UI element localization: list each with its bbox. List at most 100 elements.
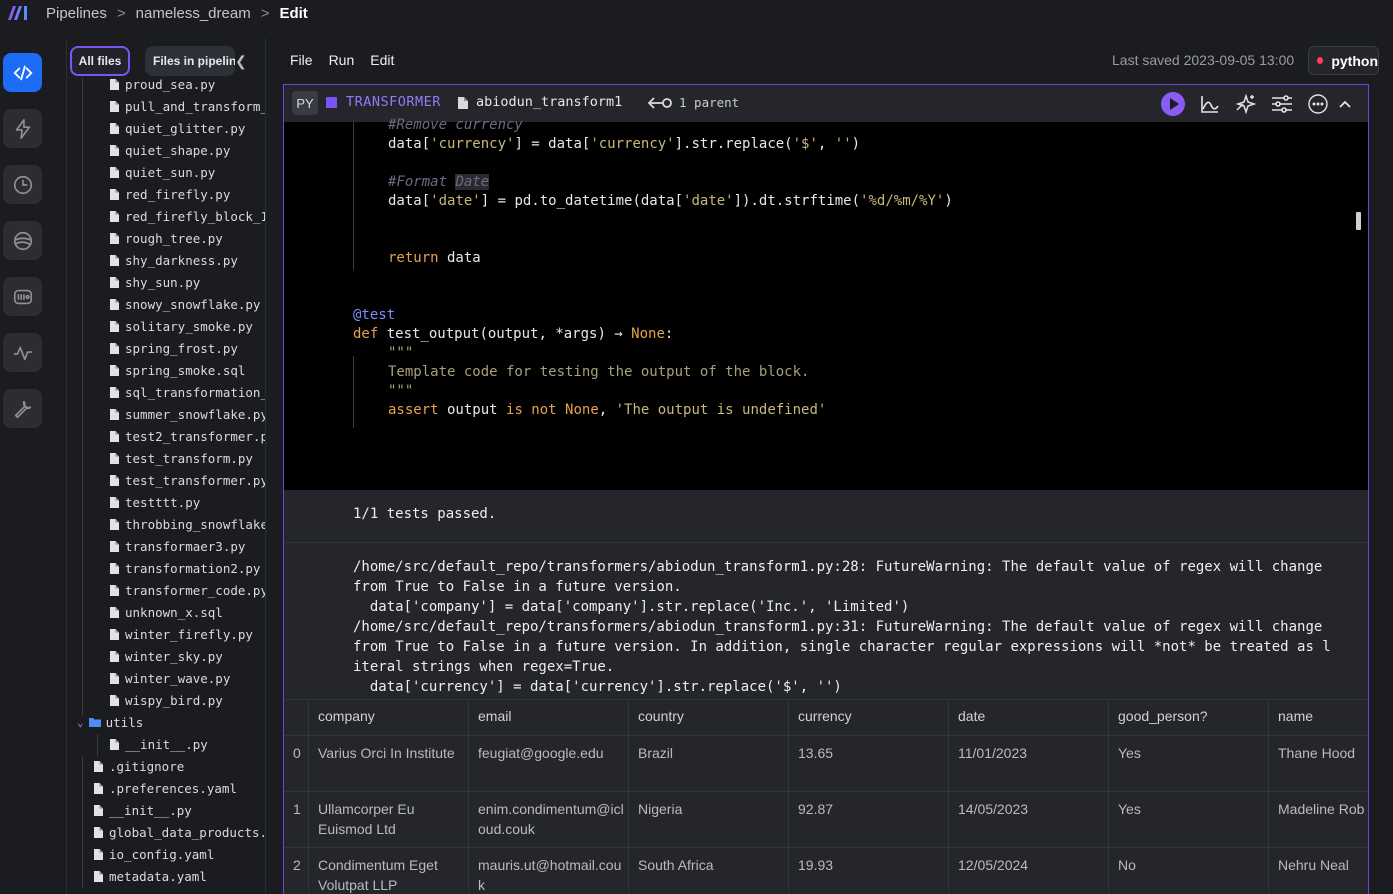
menu-file[interactable]: File bbox=[290, 52, 313, 68]
file-item[interactable]: test_transformer.py bbox=[109, 469, 266, 491]
language-tag: PY bbox=[292, 91, 318, 115]
code-line: @test bbox=[353, 307, 396, 323]
warning-line: from True to False in a future version. … bbox=[353, 639, 1331, 655]
more-options-icon[interactable] bbox=[1305, 91, 1331, 117]
file-icon bbox=[110, 342, 119, 354]
table-column-header: country bbox=[638, 708, 684, 724]
table-cell: 19.93 bbox=[798, 857, 834, 873]
file-icon bbox=[94, 848, 103, 860]
file-name: global_data_products.y bbox=[109, 824, 266, 840]
file-item[interactable]: throbbing_snowflake bbox=[109, 513, 265, 535]
tab-files-in-pipeline[interactable]: Files in pipeline bbox=[145, 46, 235, 76]
globe-icon[interactable] bbox=[3, 221, 42, 260]
file-item[interactable]: spring_frost.py bbox=[109, 337, 238, 359]
code-icon[interactable] bbox=[3, 53, 42, 92]
mage-logo-icon[interactable] bbox=[0, 0, 36, 26]
block-name[interactable]: abiodun_transform1 bbox=[476, 94, 622, 110]
editor-scrollbar[interactable] bbox=[1356, 212, 1361, 230]
file-item[interactable]: summer_snowflake.py bbox=[109, 403, 265, 425]
file-item[interactable]: proud_sea.py bbox=[109, 73, 215, 95]
file-item[interactable]: test_transform.py bbox=[109, 447, 253, 469]
table-cell: Ullamcorper Eu Euismod Ltd bbox=[318, 801, 415, 837]
file-item[interactable]: red_firefly.py bbox=[109, 183, 230, 205]
warning-line: /home/src/default_repo/transformers/abio… bbox=[353, 619, 1323, 635]
tests-result: 1/1 tests passed. bbox=[353, 506, 497, 522]
file-item[interactable]: transformer_code.py bbox=[109, 579, 265, 601]
code-line: Template code for testing the output of … bbox=[388, 364, 810, 380]
file-name: rough_tree.py bbox=[125, 230, 223, 246]
code-block: PY TRANSFORMER abiodun_transform1 1 pare… bbox=[283, 84, 1369, 894]
breadcrumb-separator: > bbox=[116, 4, 126, 22]
breadcrumb-pipeline-name[interactable]: nameless_dream bbox=[136, 5, 251, 22]
file-icon bbox=[110, 672, 119, 684]
file-item[interactable]: .preferences.yaml bbox=[93, 777, 237, 799]
file-name: test_transformer.py bbox=[125, 472, 266, 488]
file-name: test_transform.py bbox=[125, 450, 253, 466]
file-item[interactable]: sql_transformation_ bbox=[109, 381, 265, 403]
file-name: metadata.yaml bbox=[109, 868, 207, 884]
file-item[interactable]: quiet_sun.py bbox=[109, 161, 215, 183]
file-icon bbox=[110, 650, 119, 662]
file-icon bbox=[458, 97, 468, 109]
file-item[interactable]: shy_darkness.py bbox=[109, 249, 238, 271]
kernel-status-button[interactable]: python bbox=[1308, 46, 1379, 75]
block-type-label: TRANSFORMER bbox=[346, 94, 441, 110]
file-item[interactable]: snowy_snowflake.py bbox=[109, 293, 260, 315]
bolt-icon[interactable] bbox=[3, 109, 42, 148]
code-line: #Remove currency bbox=[388, 117, 523, 133]
file-item[interactable]: quiet_glitter.py bbox=[109, 117, 245, 139]
clock-icon[interactable] bbox=[3, 165, 42, 204]
menu-edit[interactable]: Edit bbox=[370, 52, 394, 68]
file-item[interactable]: .gitignore bbox=[93, 755, 184, 777]
file-item[interactable]: winter_wave.py bbox=[109, 667, 230, 689]
chevron-up-icon[interactable] bbox=[1332, 91, 1358, 117]
file-item[interactable]: winter_firefly.py bbox=[109, 623, 253, 645]
file-item[interactable]: transformation2.py bbox=[109, 557, 260, 579]
file-item[interactable]: __init__.py bbox=[93, 799, 192, 821]
chart-icon[interactable] bbox=[1197, 91, 1223, 117]
activity-icon[interactable] bbox=[3, 333, 42, 372]
file-item[interactable]: io_config.yaml bbox=[93, 843, 214, 865]
file-icon bbox=[110, 408, 119, 420]
file-icon bbox=[110, 100, 119, 112]
tab-all-files[interactable]: All files bbox=[70, 46, 130, 76]
file-item[interactable]: unknown_x.sql bbox=[109, 601, 223, 623]
file-item[interactable]: spring_smoke.sql bbox=[109, 359, 245, 381]
file-item[interactable]: global_data_products.y bbox=[93, 821, 266, 843]
file-item[interactable]: red_firefly_block_1 bbox=[109, 205, 265, 227]
folder-utils[interactable]: ⌄ utils bbox=[77, 711, 143, 733]
file-item[interactable]: shy_sun.py bbox=[109, 271, 200, 293]
file-item[interactable]: test2_transformer.p bbox=[109, 425, 265, 447]
file-item[interactable]: quiet_shape.py bbox=[109, 139, 230, 161]
breadcrumb-pipelines[interactable]: Pipelines bbox=[46, 5, 107, 22]
file-item[interactable]: __init__.py bbox=[109, 733, 208, 755]
file-item[interactable]: transformaer3.py bbox=[109, 535, 245, 557]
code-line: data['currency'] = data['currency'].str.… bbox=[388, 136, 861, 152]
table-cell: Thane Hood bbox=[1278, 745, 1356, 761]
file-item[interactable]: wispy_bird.py bbox=[109, 689, 223, 711]
file-item[interactable]: rough_tree.py bbox=[109, 227, 223, 249]
file-icon bbox=[110, 738, 119, 750]
file-item[interactable]: testttt.py bbox=[109, 491, 200, 513]
file-item[interactable]: winter_sky.py bbox=[109, 645, 223, 667]
chevron-left-icon[interactable]: ❮ bbox=[235, 53, 247, 70]
file-item[interactable]: metadata.yaml bbox=[93, 865, 207, 887]
archive-icon[interactable] bbox=[3, 277, 42, 316]
row-index: 2 bbox=[293, 857, 301, 873]
file-name: testttt.py bbox=[125, 494, 201, 510]
sparkles-icon[interactable] bbox=[1233, 91, 1259, 117]
parents-count[interactable]: 1 parent bbox=[679, 95, 739, 110]
code-editor[interactable]: #Remove currency data['currency'] = data… bbox=[284, 117, 1368, 490]
file-item[interactable]: pull_and_transform_ bbox=[109, 95, 265, 117]
play-icon[interactable] bbox=[1160, 91, 1186, 117]
file-item[interactable]: solitary_smoke.py bbox=[109, 315, 253, 337]
wrench-icon[interactable] bbox=[3, 389, 42, 428]
file-name: shy_sun.py bbox=[125, 274, 201, 290]
file-icon bbox=[110, 188, 119, 200]
menu-run[interactable]: Run bbox=[329, 52, 355, 68]
file-name: snowy_snowflake.py bbox=[125, 296, 261, 312]
block-type-color-square bbox=[326, 97, 337, 108]
settings-sliders-icon[interactable] bbox=[1269, 91, 1295, 117]
kernel-status-dot bbox=[1317, 57, 1324, 64]
file-icon bbox=[110, 540, 119, 552]
